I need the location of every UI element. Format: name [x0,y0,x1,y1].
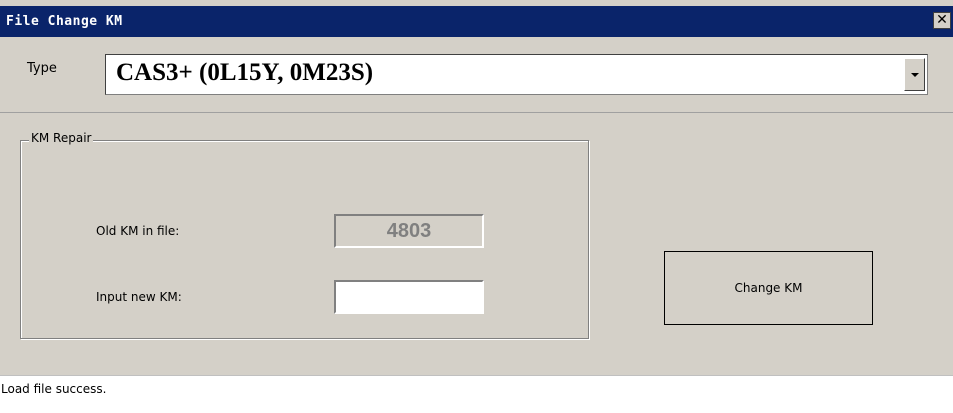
old-km-label: Old KM in file: [96,224,180,238]
window-title: File Change KM [6,14,123,29]
type-dropdown[interactable]: CAS3+ (0L15Y, 0M23S) [105,54,928,95]
new-km-input[interactable] [336,282,482,312]
new-km-input-box[interactable] [334,280,484,314]
km-repair-group [20,140,589,339]
change-km-button[interactable]: Change KM [664,251,873,325]
title-bar[interactable]: File Change KM ✕ [0,6,953,37]
chevron-down-icon [911,73,919,77]
status-bar: Load file success. [0,375,953,413]
type-panel: Type CAS3+ (0L15Y, 0M23S) [0,37,953,113]
type-label: Type [27,61,57,76]
status-text: Load file success. [1,382,107,396]
app-window: File Change KM ✕ Type CAS3+ (0L15Y, 0M23… [0,0,953,413]
close-icon: ✕ [936,12,948,28]
dropdown-arrow-button[interactable] [904,58,925,91]
old-km-field: 4803 [334,214,484,248]
close-button[interactable]: ✕ [933,12,951,29]
new-km-label: Input new KM: [96,290,182,304]
km-repair-legend: KM Repair [29,131,94,145]
type-dropdown-value: CAS3+ (0L15Y, 0M23S) [116,59,374,86]
